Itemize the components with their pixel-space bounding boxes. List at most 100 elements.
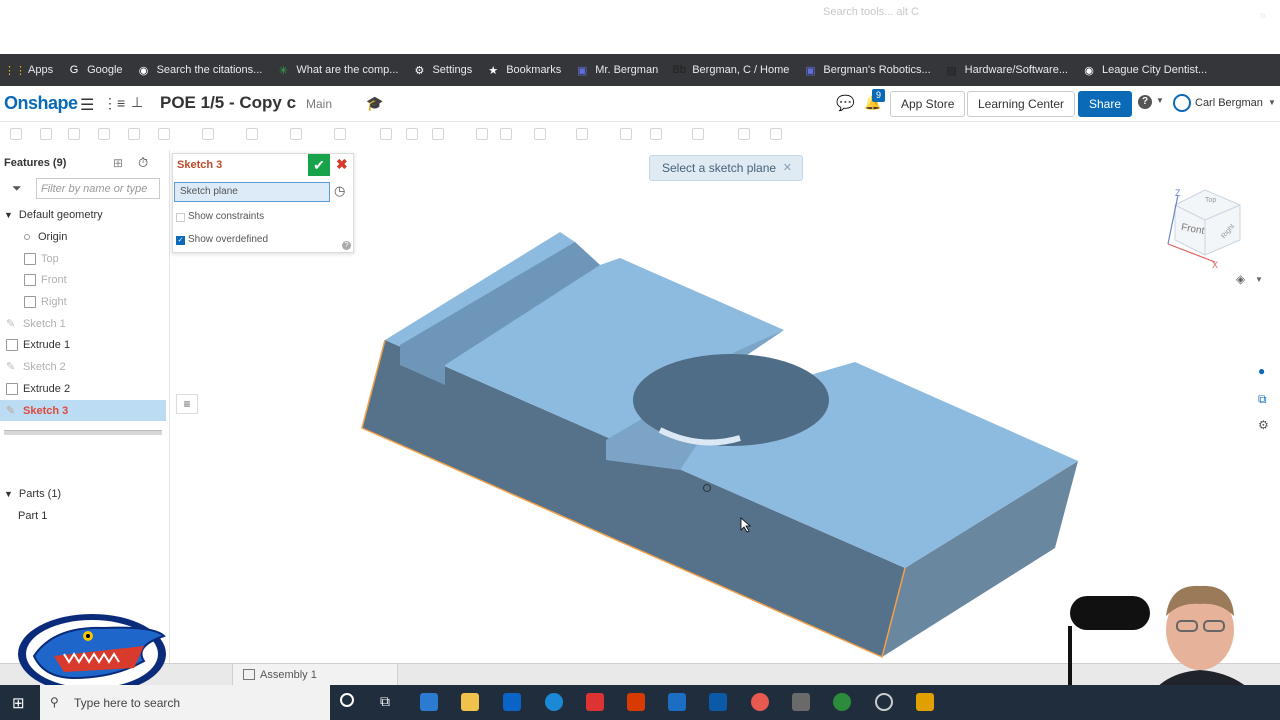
history-icon[interactable]: ⏱ — [138, 155, 148, 171]
toolbar-tool-icon[interactable] — [158, 128, 170, 140]
bookmark-item[interactable]: ✳ What are the comp... — [276, 63, 399, 77]
feature-item[interactable]: ✎ Sketch 1 — [0, 313, 166, 334]
toast-close-icon[interactable]: ✕ — [783, 161, 792, 174]
tool-icon[interactable] — [792, 693, 810, 711]
toolbar-tool-icon[interactable] — [576, 128, 588, 140]
toolbar-tool-icon[interactable] — [380, 128, 392, 140]
paint-drop-icon[interactable] — [751, 693, 769, 711]
onshape-logo[interactable]: Onshape — [4, 93, 78, 114]
cancel-x-icon[interactable]: ✖ — [336, 156, 348, 173]
help-circle-icon[interactable]: ? — [342, 241, 351, 250]
chrome-icon[interactable] — [833, 693, 851, 711]
filter-input[interactable]: Filter by name or type — [36, 178, 160, 199]
bookmark-item[interactable]: ▣ Mr. Bergman — [575, 63, 658, 77]
bookmark-item[interactable]: ⚙ Settings — [412, 63, 473, 77]
chevron-down-icon[interactable]: ▼ — [1156, 96, 1164, 105]
show-constraints-checkbox[interactable] — [176, 213, 185, 222]
expand-chevron-icon[interactable]: ▼ — [4, 210, 13, 220]
windows-start-icon[interactable]: ⊞ — [12, 694, 25, 712]
outlook-icon[interactable] — [668, 693, 686, 711]
toolbar-tool-icon[interactable] — [68, 128, 80, 140]
confirm-check-icon[interactable]: ✔ — [308, 154, 330, 176]
app-store-button[interactable]: App Store — [890, 91, 966, 117]
edge-icon[interactable] — [545, 693, 563, 711]
feature-item[interactable]: Front — [0, 269, 166, 290]
parts-panel-icon[interactable]: ⧉ — [1258, 392, 1267, 407]
cortana-icon[interactable] — [340, 693, 354, 707]
taskbar-search-input[interactable]: Type here to search — [40, 685, 330, 720]
gift-app-icon[interactable] — [586, 693, 604, 711]
toolbar-tool-icon[interactable] — [334, 128, 346, 140]
show-overdefined-checkbox[interactable]: ✓ — [176, 236, 185, 245]
bookmark-item[interactable]: G Google — [67, 63, 123, 77]
comments-icon[interactable]: 💬 — [836, 94, 855, 112]
bookmark-item[interactable]: Bb Bergman, C / Home — [672, 63, 789, 77]
default-geometry-folder[interactable]: ▼ Default geometry — [0, 204, 166, 225]
toolbar-tool-icon[interactable] — [620, 128, 632, 140]
notes-icon[interactable] — [916, 693, 934, 711]
feature-list-icon[interactable]: ⋮≡ — [103, 95, 125, 112]
view-cube-top-label[interactable]: Top — [1205, 197, 1216, 204]
toolbar-tool-icon[interactable] — [290, 128, 302, 140]
user-name[interactable]: Carl Bergman — [1195, 97, 1263, 109]
toolbar-tool-icon[interactable] — [98, 128, 110, 140]
appearance-icon[interactable]: ● — [1258, 364, 1276, 382]
bookmarks-overflow-button[interactable]: » — [1259, 8, 1266, 22]
toolbar-tool-icon[interactable] — [500, 128, 512, 140]
feature-item[interactable]: ✎ Sketch 3 — [0, 400, 166, 421]
toolbar-tool-icon[interactable] — [738, 128, 750, 140]
rollback-bar[interactable] — [4, 430, 162, 435]
mail-icon[interactable] — [503, 693, 521, 711]
toolbar-tool-icon[interactable] — [650, 128, 662, 140]
feature-item[interactable]: Origin — [0, 226, 166, 247]
feature-item[interactable]: Top — [0, 248, 166, 269]
parts-folder[interactable]: ▼ Parts (1) — [0, 483, 166, 504]
bookmark-item[interactable]: ★ Bookmarks — [486, 63, 561, 77]
menu-icon[interactable]: ☰ — [80, 95, 94, 115]
toolbar-tool-icon[interactable] — [10, 128, 22, 140]
toolbar-tool-icon[interactable] — [432, 128, 444, 140]
filter-icon[interactable]: ⏷ — [12, 181, 22, 196]
toolbar-tool-icon[interactable] — [770, 128, 782, 140]
view-mode-icon[interactable]: ◈ — [1236, 272, 1245, 286]
instance-list-icon[interactable]: ⊥ — [131, 94, 143, 111]
toolbar-tool-icon[interactable] — [692, 128, 704, 140]
toolbar-tool-icon[interactable] — [534, 128, 546, 140]
file-explorer-icon[interactable] — [461, 693, 479, 711]
toolbar-tool-icon[interactable] — [246, 128, 258, 140]
part-item[interactable]: Part 1 — [0, 505, 166, 526]
toolbar-tool-icon[interactable] — [202, 128, 214, 140]
sketch-plane-field[interactable]: Sketch plane — [174, 182, 330, 202]
clock-app-icon[interactable] — [875, 693, 893, 711]
branch-label[interactable]: Main — [306, 97, 332, 111]
bookmark-item[interactable]: ▣ Bergman's Robotics... — [803, 63, 930, 77]
store-icon[interactable] — [420, 693, 438, 711]
office-icon[interactable] — [627, 693, 645, 711]
expand-chevron-icon[interactable]: ▼ — [4, 489, 13, 499]
toolbar-tool-icon[interactable] — [128, 128, 140, 140]
graduation-cap-icon[interactable]: 🎓 — [366, 95, 383, 112]
clock-icon[interactable]: ◷ — [334, 183, 345, 199]
tab-assembly-1[interactable]: Assembly 1 — [232, 664, 398, 685]
add-folder-icon[interactable]: ⊞ — [113, 156, 123, 170]
vscode-icon[interactable] — [709, 693, 727, 711]
user-menu-chevron-icon[interactable]: ▼ — [1268, 98, 1276, 107]
task-view-icon[interactable]: ⧉ — [380, 693, 390, 710]
feature-item[interactable]: Extrude 1 — [0, 334, 166, 355]
feature-item[interactable]: ✎ Sketch 2 — [0, 356, 166, 377]
bookmark-item[interactable]: ◉ League City Dentist... — [1082, 63, 1207, 77]
toolbar-tool-icon[interactable] — [40, 128, 52, 140]
learning-center-button[interactable]: Learning Center — [967, 91, 1076, 117]
document-title[interactable]: POE 1/5 - Copy c — [160, 93, 296, 113]
feature-item[interactable]: Extrude 2 — [0, 378, 166, 399]
search-tools-input[interactable]: Search tools... alt C — [823, 6, 919, 18]
share-button[interactable]: Share — [1078, 91, 1133, 117]
bookmark-item[interactable]: ▤ Hardware/Software... — [945, 63, 1068, 77]
bookmark-item[interactable]: ⋮⋮ Apps — [4, 63, 53, 77]
toolbar-tool-icon[interactable] — [476, 128, 488, 140]
bookmark-item[interactable]: ◉ Search the citations... — [137, 63, 263, 77]
view-mode-chevron-icon[interactable]: ▼ — [1255, 275, 1263, 284]
configurations-icon[interactable]: ⚙ — [1258, 418, 1269, 432]
user-avatar-icon[interactable] — [1173, 94, 1191, 112]
help-icon[interactable]: ? — [1138, 95, 1152, 109]
